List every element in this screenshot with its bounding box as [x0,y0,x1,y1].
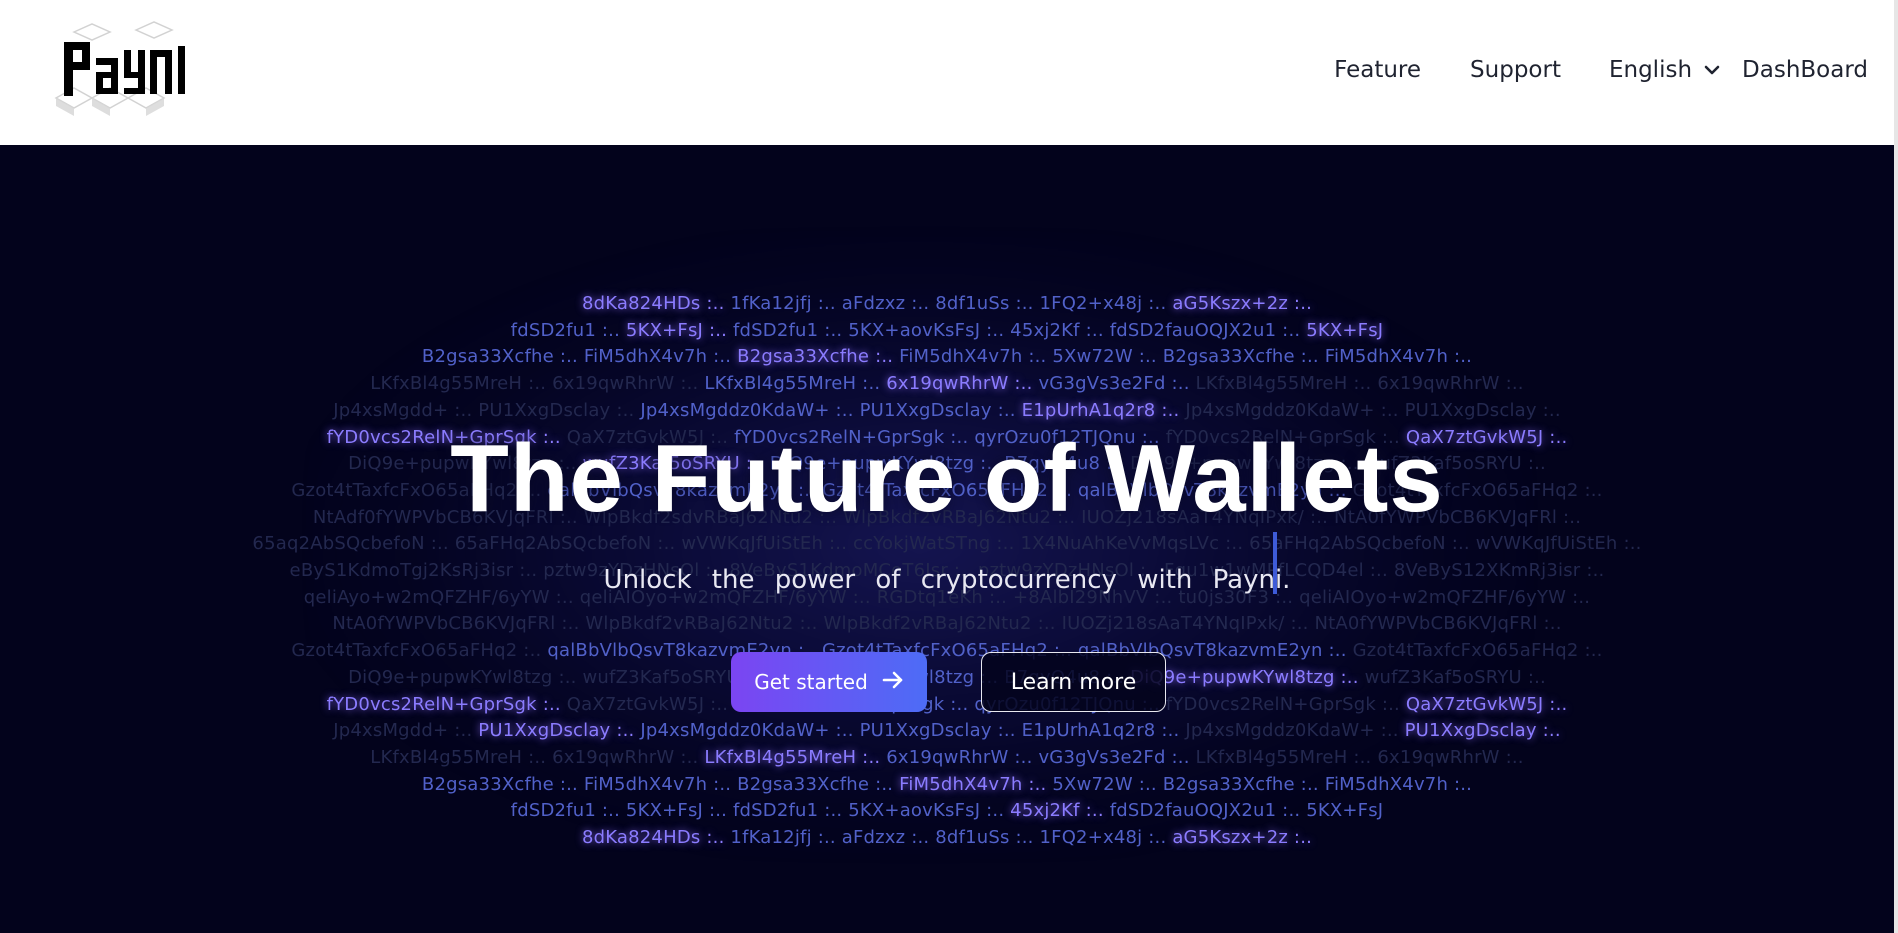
code-row: Jp4xsMgdd+ :.. PU1XxgDsclay :.. Jp4xsMgd… [333,720,1561,742]
hero-title: The Future of Wallets [450,425,1444,532]
code-row: B2gsa33Xcfhe :.. FiM5dhX4v7h :.. B2gsa33… [421,346,1473,368]
code-row: B2gsa33Xcfhe :.. FiM5dhX4v7h :.. B2gsa33… [421,773,1473,795]
page: Feature Support English DashBoard 8dKa82… [0,0,1898,933]
code-row: fdSD2fu1 :.. 5KX+FsJ :.. fdSD2fu1 :.. 5K… [510,319,1384,341]
code-row: Gzot4tTaxfcFxO65aFHq2 :.. qalBbVlbQsvT8k… [291,640,1603,662]
top-header: Feature Support English DashBoard [0,0,1898,145]
get-started-button[interactable]: Get started [731,652,927,712]
language-label: English [1608,57,1693,83]
payni-logo[interactable] [46,20,200,120]
learn-more-label: Learn more [1010,669,1137,695]
chevron-down-icon [1704,64,1720,76]
nav-dashboard-link[interactable]: DashBoard [1742,57,1868,83]
code-row: 8dKa824HDs :.. 1fKa12jfj :.. aFdzxz :.. … [581,293,1313,314]
language-select[interactable]: English [1609,57,1720,83]
hero-section: 8dKa824HDs :.. 1fKa12jfj :.. aFdzxz :.. … [0,145,1894,933]
get-started-label: Get started [754,670,868,694]
code-row: 65aq2AbSQcbefoN :.. 65aFHq2AbSQcbefoN :.… [252,533,1642,555]
code-row: fYD0vcs2RelN+GprSgk :.. QaX7ztGvkW5J :..… [326,693,1568,715]
scrollbar-track[interactable] [1894,0,1898,933]
code-row: LKfxBl4g55MreH :.. 6x19qwRhrW :.. LKfxBl… [370,746,1524,768]
nav-support-link[interactable]: Support [1470,57,1561,83]
main-nav: Feature Support English DashBoard [1334,52,1868,88]
code-row: fdSD2fu1 :.. 5KX+FsJ :.. fdSD2fu1 :.. 5K… [510,800,1384,822]
nav-feature-link[interactable]: Feature [1334,57,1421,83]
learn-more-button[interactable]: Learn more [981,652,1166,712]
arrow-right-icon [882,670,904,694]
payni-logo-graphic [54,21,185,116]
code-row: 8dKa824HDs :.. 1fKa12jfj :.. aFdzxz :.. … [581,827,1313,848]
code-background: 8dKa824HDs :.. 1fKa12jfj :.. aFdzxz :.. … [0,145,1894,933]
code-row: DiQ9e+pupwKYwl8tzg :.. wufZ3Kaf5oSRYU :.… [348,666,1546,688]
hero-subtitle: Unlock the power of cryptocurrency with … [603,565,1291,595]
code-row: Jp4xsMgdd+ :.. PU1XxgDsclay :.. Jp4xsMgd… [333,399,1561,421]
code-row: NtA0fYWPVbCB6KVJqFRl :.. WlpBkdf2vRBaJ62… [332,613,1562,635]
code-row: LKfxBl4g55MreH :.. 6x19qwRhrW :.. LKfxBl… [370,373,1524,395]
